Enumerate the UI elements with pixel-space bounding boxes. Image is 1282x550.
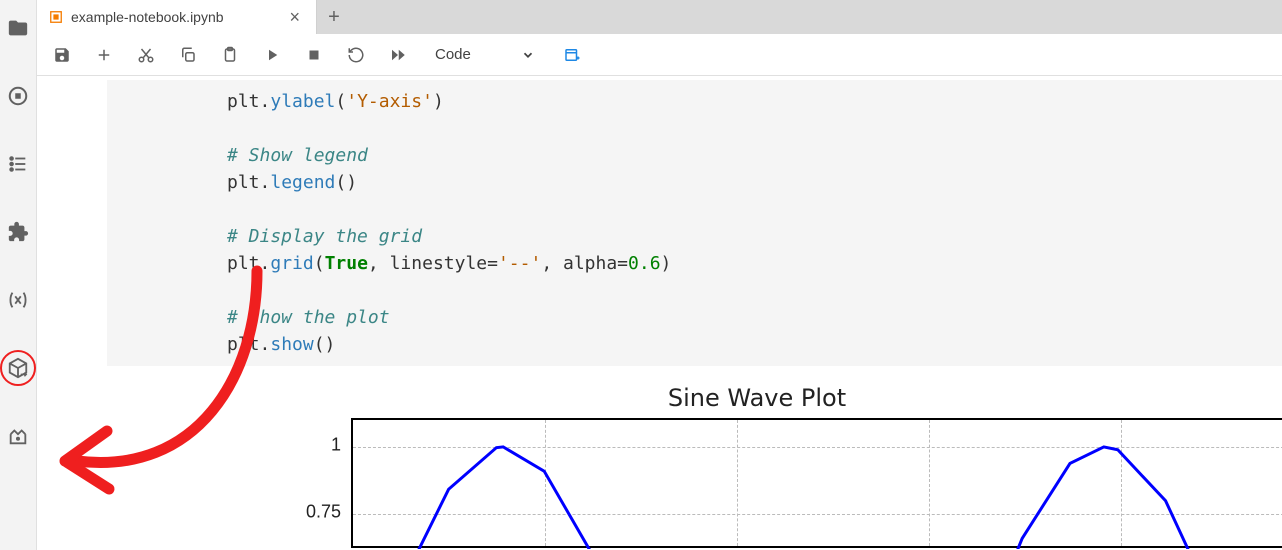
ytick: 1 xyxy=(281,435,341,456)
toc-icon[interactable] xyxy=(0,146,36,182)
save-button[interactable] xyxy=(51,44,73,66)
chart-line xyxy=(353,420,1282,549)
code-cell[interactable]: plt.ylabel('Y-axis') # Show legend plt.l… xyxy=(107,80,1282,366)
cell-type-label: Code xyxy=(435,46,471,63)
images-icon[interactable] xyxy=(0,418,36,454)
notebook-file-icon xyxy=(49,10,63,24)
copy-button[interactable] xyxy=(177,44,199,66)
render-side-button[interactable] xyxy=(561,44,583,66)
activity-sidebar xyxy=(0,0,37,550)
chart-output: Sine Wave Plot 1 0.75 xyxy=(37,384,1282,548)
tab-notebook[interactable]: example-notebook.ipynb × xyxy=(37,0,317,34)
extensions-icon[interactable] xyxy=(0,214,36,250)
restart-run-all-button[interactable] xyxy=(387,44,409,66)
paste-button[interactable] xyxy=(219,44,241,66)
folder-icon[interactable] xyxy=(0,10,36,46)
chart-axes xyxy=(351,418,1282,548)
ytick: 0.75 xyxy=(281,502,341,523)
chevron-down-icon xyxy=(521,48,535,62)
chart-title: Sine Wave Plot xyxy=(227,384,1282,412)
package-icon[interactable] xyxy=(0,350,36,386)
tab-title: example-notebook.ipynb xyxy=(71,9,224,25)
add-cell-button[interactable] xyxy=(93,44,115,66)
stop-button[interactable] xyxy=(303,44,325,66)
add-tab-button[interactable]: + xyxy=(317,0,351,34)
tab-bar: example-notebook.ipynb × + xyxy=(37,0,1282,34)
cut-button[interactable] xyxy=(135,44,157,66)
close-icon[interactable]: × xyxy=(285,8,304,26)
restart-button[interactable] xyxy=(345,44,367,66)
cell-type-select[interactable]: Code xyxy=(429,44,541,65)
run-button[interactable] xyxy=(261,44,283,66)
notebook-toolbar: Code xyxy=(37,34,1282,76)
notebook-content[interactable]: plt.ylabel('Y-axis') # Show legend plt.l… xyxy=(37,76,1282,550)
variables-icon[interactable] xyxy=(0,282,36,318)
running-icon[interactable] xyxy=(0,78,36,114)
